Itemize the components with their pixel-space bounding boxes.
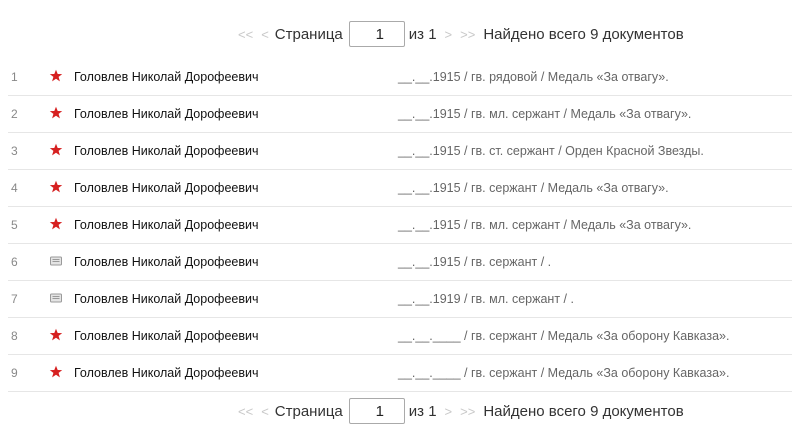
person-name-link[interactable]: Головлев Николай Дорофеевич xyxy=(74,144,259,158)
next-page-button[interactable]: > xyxy=(445,404,453,419)
person-name-link[interactable]: Головлев Николай Дорофеевич xyxy=(74,218,259,232)
page-number-input[interactable] xyxy=(348,21,405,47)
row-number: 7 xyxy=(11,292,18,306)
record-details: __.__.1915 / гв. сержант / Медаль «За от… xyxy=(398,181,669,195)
person-name-link[interactable]: Головлев Николай Дорофеевич xyxy=(74,366,259,380)
results-list: 1 Головлев Николай Дорофеевич __.__.1915 /… xyxy=(8,59,792,392)
next-page-button[interactable]: > xyxy=(445,27,453,42)
list-item[interactable]: 4 Головлев Николай Дорофеевич __.__.1915 /… xyxy=(8,170,792,207)
list-item[interactable]: 3 Головлев Николай Дорофеевич __.__.1915 /… xyxy=(8,133,792,170)
record-details: __.__.1915 / гв. мл. сержант / Медаль «З… xyxy=(398,218,692,232)
first-page-button[interactable]: << xyxy=(238,404,253,419)
row-number: 3 xyxy=(11,144,18,158)
list-item[interactable]: 5 Головлев Николай Дорофеевич __.__.1915 /… xyxy=(8,207,792,244)
page-count-label: из 1 xyxy=(408,402,437,420)
row-number: 1 xyxy=(11,70,18,84)
list-item[interactable]: 6 Головлев Николай Дорофеевич __.__.1915 /… xyxy=(8,244,792,281)
last-page-button[interactable]: >> xyxy=(460,27,475,42)
total-count-label: Найдено всего 9 документов xyxy=(483,402,684,420)
star-icon xyxy=(49,217,63,230)
list-item[interactable]: 2 Головлев Николай Дорофеевич __.__.1915 /… xyxy=(8,96,792,133)
person-name-link[interactable]: Головлев Николай Дорофеевич xyxy=(74,255,259,269)
page-label: Страница xyxy=(274,402,343,420)
page-label: Страница xyxy=(274,25,343,43)
person-name-link[interactable]: Головлев Николай Дорофеевич xyxy=(74,292,259,306)
list-item[interactable]: 7 Головлев Николай Дорофеевич __.__.1919 /… xyxy=(8,281,792,318)
row-number: 9 xyxy=(11,366,18,380)
list-item[interactable]: 9 Головлев Николай Дорофеевич __.__.____ /… xyxy=(8,355,792,392)
person-name-link[interactable]: Головлев Николай Дорофеевич xyxy=(74,329,259,343)
document-icon xyxy=(50,256,62,266)
pager-top: << < Страница из 1 > >> Найдено всего 9 … xyxy=(0,20,800,48)
pager-bottom: << < Страница из 1 > >> Найдено всего 9 … xyxy=(0,397,800,425)
row-number: 6 xyxy=(11,255,18,269)
list-item[interactable]: 1 Головлев Николай Дорофеевич __.__.1915 /… xyxy=(8,59,792,96)
star-icon xyxy=(49,106,63,119)
page-number-input[interactable] xyxy=(348,398,405,424)
document-icon xyxy=(50,293,62,303)
person-name-link[interactable]: Головлев Николай Дорофеевич xyxy=(74,107,259,121)
page-count-label: из 1 xyxy=(408,25,437,43)
star-icon xyxy=(49,180,63,193)
record-details: __.__.1915 / гв. сержант / . xyxy=(398,255,552,269)
record-details: __.__.1915 / гв. мл. сержант / Медаль «З… xyxy=(398,107,692,121)
pager-controls: << < Страница из 1 > >> Найдено всего 9 … xyxy=(238,21,684,47)
record-details: __.__.1915 / гв. рядовой / Медаль «За от… xyxy=(398,70,669,84)
star-icon xyxy=(49,328,63,341)
record-details: __.__.1915 / гв. ст. сержант / Орден Кра… xyxy=(398,144,704,158)
first-page-button[interactable]: << xyxy=(238,27,253,42)
star-icon xyxy=(49,69,63,82)
row-number: 2 xyxy=(11,107,18,121)
prev-page-button[interactable]: < xyxy=(261,27,269,42)
row-number: 4 xyxy=(11,181,18,195)
person-name-link[interactable]: Головлев Николай Дорофеевич xyxy=(74,70,259,84)
record-details: __.__.____ / гв. сержант / Медаль «За об… xyxy=(398,329,730,343)
prev-page-button[interactable]: < xyxy=(261,404,269,419)
record-details: __.__.____ / гв. сержант / Медаль «За об… xyxy=(398,366,730,380)
star-icon xyxy=(49,143,63,156)
star-icon xyxy=(49,365,63,378)
list-item[interactable]: 8 Головлев Николай Дорофеевич __.__.____ /… xyxy=(8,318,792,355)
total-count-label: Найдено всего 9 документов xyxy=(483,25,684,43)
row-number: 8 xyxy=(11,329,18,343)
pager-controls: << < Страница из 1 > >> Найдено всего 9 … xyxy=(238,398,684,424)
last-page-button[interactable]: >> xyxy=(460,404,475,419)
record-details: __.__.1919 / гв. мл. сержант / . xyxy=(398,292,574,306)
person-name-link[interactable]: Головлев Николай Дорофеевич xyxy=(74,181,259,195)
row-number: 5 xyxy=(11,218,18,232)
